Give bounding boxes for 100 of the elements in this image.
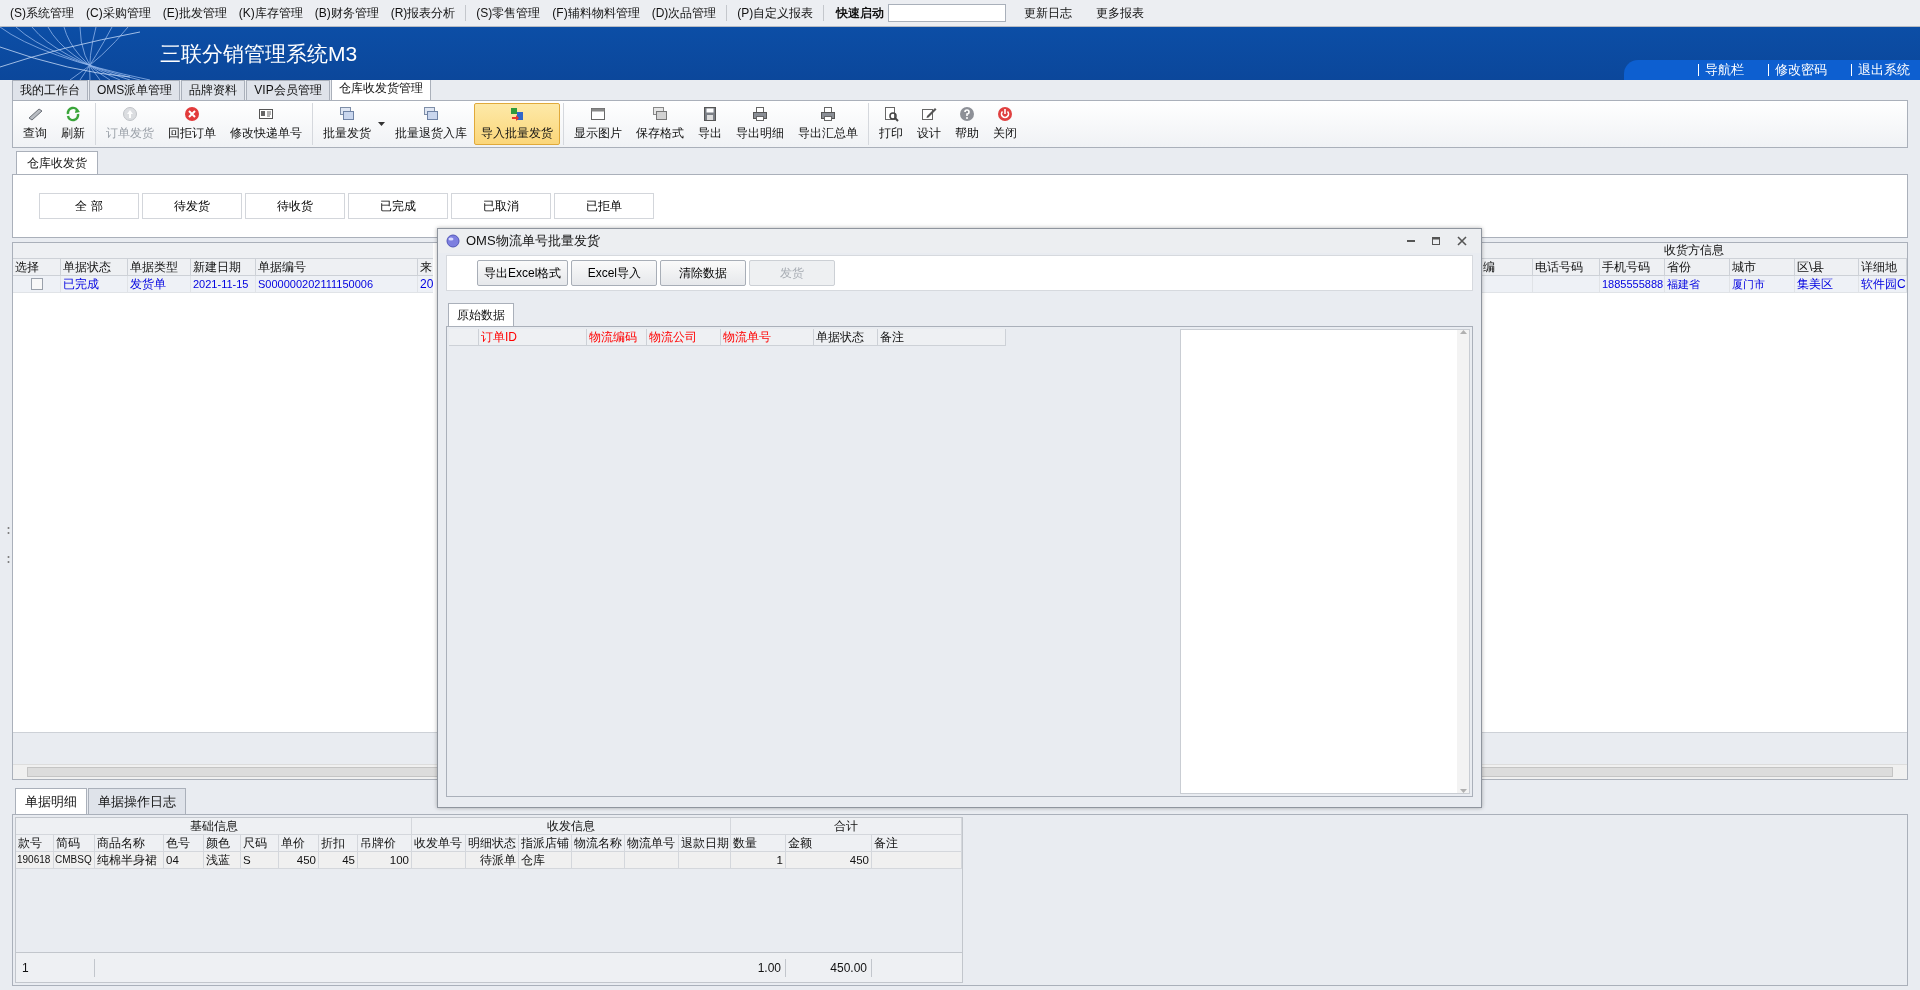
menu-item[interactable]: (E)批发管理: [156, 4, 233, 22]
column-header[interactable]: 数量: [731, 835, 786, 852]
toolbar-button[interactable]: 刷新: [54, 103, 92, 145]
column-header[interactable]: 折扣: [319, 835, 358, 852]
toolbar-button[interactable]: 帮助: [948, 103, 986, 145]
column-header[interactable]: 收发单号: [412, 835, 466, 852]
column-header[interactable]: 备注: [878, 329, 1006, 346]
column-header[interactable]: 款号: [16, 835, 54, 852]
filter-button[interactable]: 全 部: [39, 193, 139, 219]
filter-button[interactable]: 已取消: [451, 193, 551, 219]
filter-button[interactable]: 已完成: [348, 193, 448, 219]
column-header[interactable]: 订单ID: [479, 329, 587, 346]
menu-item[interactable]: (S)系统管理: [4, 4, 80, 22]
scroll-up-icon: [1459, 330, 1467, 334]
column-header[interactable]: 来: [418, 259, 433, 276]
toolbar-button[interactable]: 导出: [691, 103, 729, 145]
column-header[interactable]: 退款日期: [679, 835, 731, 852]
column-header[interactable]: 物流单号: [721, 329, 814, 346]
column-header[interactable]: 物流编码: [587, 329, 647, 346]
column-header[interactable]: 简码: [54, 835, 95, 852]
toolbar-button[interactable]: 批量退货入库: [388, 103, 474, 145]
toolbar-button[interactable]: 导出汇总单: [791, 103, 865, 145]
column-header[interactable]: 金额: [786, 835, 872, 852]
column-header[interactable]: 明细状态: [466, 835, 519, 852]
module-tab[interactable]: OMS派单管理: [89, 80, 181, 100]
dialog-title: OMS物流单号批量发货: [466, 232, 600, 251]
column-header[interactable]: 单据状态: [61, 259, 128, 276]
toolbar-button[interactable]: 打印: [872, 103, 910, 145]
column-header[interactable]: 省份: [1665, 259, 1730, 276]
column-header[interactable]: 单价: [279, 835, 319, 852]
menu-link[interactable]: 更新日志: [1018, 4, 1079, 22]
menu-item[interactable]: (C)采购管理: [80, 4, 157, 22]
header-link[interactable]: 修改密码: [1768, 64, 1837, 76]
column-header[interactable]: 城市: [1730, 259, 1795, 276]
menu-item[interactable]: (R)报表分析: [384, 4, 462, 22]
column-header[interactable]: 单据类型: [128, 259, 191, 276]
toolbar-button[interactable]: 关闭: [986, 103, 1024, 145]
menu-item[interactable]: (K)库存管理: [232, 4, 309, 22]
column-header[interactable]: 尺码: [241, 835, 279, 852]
module-tab[interactable]: 品牌资料: [181, 80, 246, 100]
floppy-icon: [702, 106, 718, 122]
row-checkbox[interactable]: [30, 278, 43, 290]
menu-item[interactable]: (S)零售管理: [470, 4, 547, 22]
detail-tab[interactable]: 单据明细: [15, 787, 87, 814]
column-header[interactable]: 电话号码: [1533, 259, 1600, 276]
filter-button[interactable]: 待发货: [142, 193, 242, 219]
edit-icon: [921, 106, 937, 122]
table-cell: 45: [319, 852, 358, 869]
column-header[interactable]: 指派店铺: [519, 835, 572, 852]
column-header[interactable]: 颜色: [204, 835, 241, 852]
column-header[interactable]: 手机号码: [1600, 259, 1665, 276]
dialog-button[interactable]: Excel导入: [571, 260, 658, 286]
menu-link[interactable]: 更多报表: [1090, 4, 1151, 22]
dialog-button[interactable]: 清除数据: [660, 260, 747, 286]
toolbar-button[interactable]: 查询: [16, 103, 54, 145]
toolbar-button[interactable]: 批量发货: [316, 103, 388, 145]
detail-tab[interactable]: 单据操作日志: [88, 787, 186, 814]
filter-button[interactable]: 待收货: [245, 193, 345, 219]
column-header[interactable]: 物流名称: [572, 835, 625, 852]
quick-launch-field[interactable]: [888, 4, 1007, 22]
column-header[interactable]: 物流单号: [625, 835, 679, 852]
module-tab[interactable]: 我的工作台: [12, 80, 88, 100]
vertical-scrollbar[interactable]: [1457, 330, 1469, 793]
column-header[interactable]: 编: [1481, 259, 1533, 276]
column-header[interactable]: 选择: [13, 259, 61, 276]
column-header[interactable]: 区\县: [1795, 259, 1859, 276]
menu-item[interactable]: (D)次品管理: [645, 4, 723, 22]
table-cell: 厦门市: [1730, 276, 1795, 293]
menu-item[interactable]: (B)财务管理: [308, 4, 385, 22]
toolbar-button[interactable]: 导入批量发货: [474, 103, 560, 145]
column-header[interactable]: 色号: [164, 835, 204, 852]
header-link[interactable]: 退出系统: [1851, 64, 1920, 76]
page-tab[interactable]: 仓库收发货: [16, 151, 98, 174]
column-header[interactable]: 单据编号: [256, 259, 418, 276]
header-link[interactable]: 导航栏: [1698, 64, 1754, 76]
module-tab[interactable]: VIP会员管理: [246, 80, 330, 100]
toolbar-button[interactable]: 回拒订单: [161, 103, 223, 145]
module-tab[interactable]: 仓库收发货管理: [330, 78, 431, 100]
data-tab[interactable]: 原始数据: [448, 303, 514, 326]
column-header[interactable]: 单据状态: [814, 329, 878, 346]
menu-item[interactable]: (P)自定义报表: [731, 4, 820, 22]
filter-button[interactable]: 已拒单: [554, 193, 654, 219]
table-cell: 1885555888: [1600, 276, 1665, 293]
toolbar-button[interactable]: 显示图片: [567, 103, 629, 145]
column-header[interactable]: 新建日期: [191, 259, 256, 276]
toolbar-button[interactable]: 保存格式: [629, 103, 691, 145]
column-header[interactable]: 备注: [872, 835, 962, 852]
toolbar-button[interactable]: 修改快递单号: [223, 103, 309, 145]
dialog-button[interactable]: 导出Excel格式: [477, 260, 569, 286]
menu-item[interactable]: (F)辅料物料管理: [546, 4, 646, 22]
column-header[interactable]: 物流公司: [647, 329, 721, 346]
table-cell: 福建省: [1665, 276, 1730, 293]
column-header[interactable]: 商品名称: [95, 835, 164, 852]
group-header: 收货方信息: [1481, 243, 1907, 259]
toolbar-button[interactable]: 设计: [910, 103, 948, 145]
column-header[interactable]: 吊牌价: [358, 835, 412, 852]
column-header[interactable]: 详细地: [1859, 259, 1907, 276]
table-cell: 仓库: [519, 852, 572, 869]
row-count: 1: [16, 958, 95, 977]
toolbar-button[interactable]: 导出明细: [729, 103, 791, 145]
